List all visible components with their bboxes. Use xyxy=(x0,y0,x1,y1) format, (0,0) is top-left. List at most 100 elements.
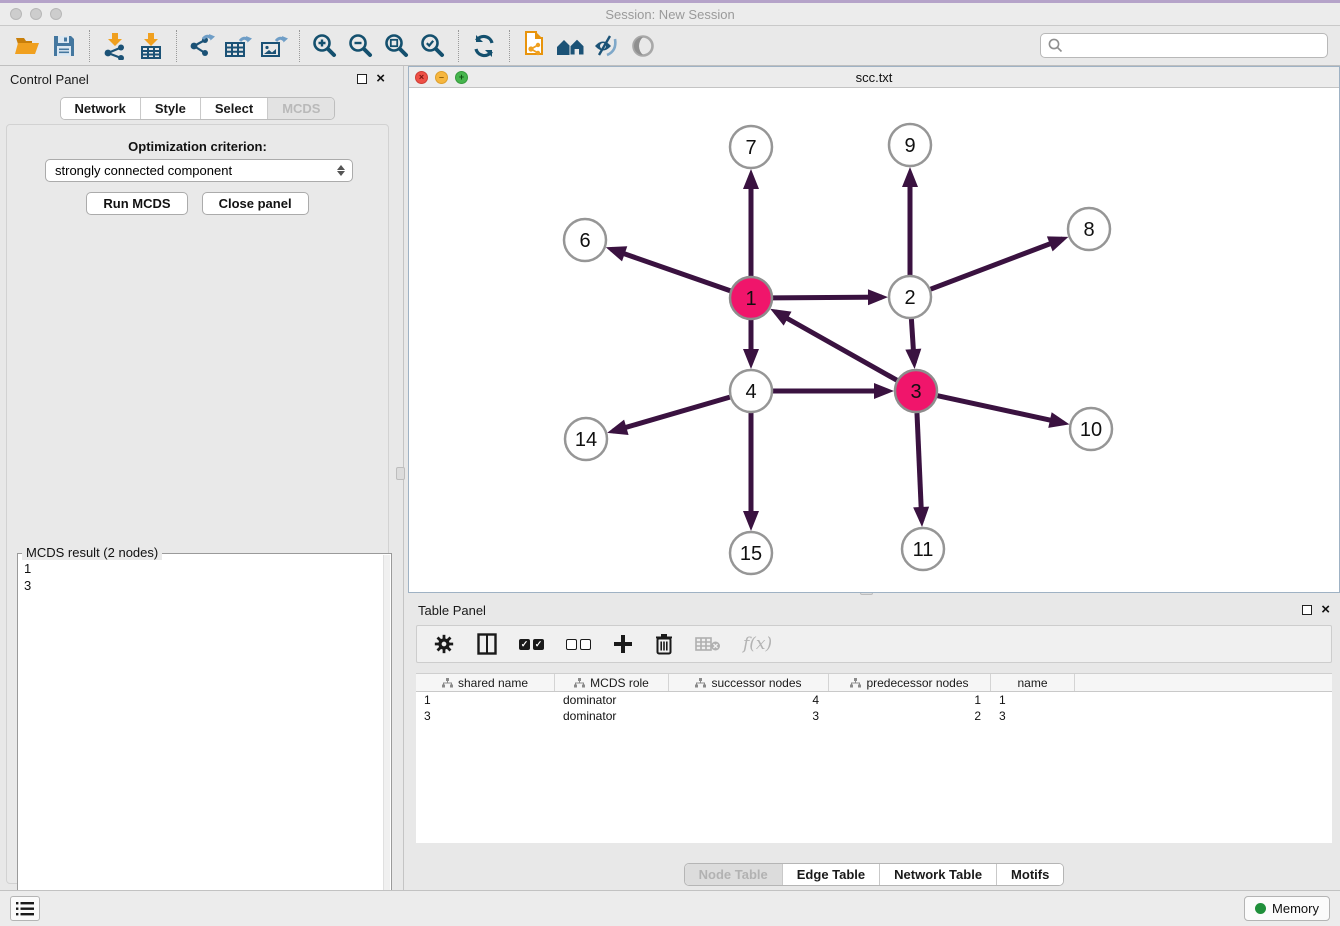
control-panel-header: Control Panel × xyxy=(0,66,395,92)
run-mcds-button[interactable]: Run MCDS xyxy=(86,192,187,215)
search-input[interactable] xyxy=(1064,36,1327,56)
tab-select[interactable]: Select xyxy=(200,98,267,119)
cell-shared-name: 3 xyxy=(416,709,555,723)
column-header-mcds-role[interactable]: MCDS role xyxy=(555,674,669,691)
zoom-out-button[interactable] xyxy=(343,29,379,63)
edge-3-1[interactable] xyxy=(775,312,896,380)
graph-node-8[interactable]: 8 xyxy=(1068,208,1110,250)
node-label: 9 xyxy=(904,135,915,157)
zoom-selected-button[interactable] xyxy=(415,29,451,63)
import-network-icon xyxy=(102,32,128,60)
close-panel-icon[interactable]: × xyxy=(1321,605,1330,615)
float-panel-icon[interactable] xyxy=(1302,605,1312,615)
export-image-button[interactable] xyxy=(256,29,292,63)
table-settings-button[interactable] xyxy=(433,633,455,655)
memory-button[interactable]: Memory xyxy=(1244,896,1330,921)
graph-node-10[interactable]: 10 xyxy=(1070,408,1112,450)
window-title: Session: New Session xyxy=(0,7,1340,22)
criterion-dropdown[interactable]: strongly connected component xyxy=(45,159,353,182)
select-all-columns-button[interactable]: ✓ ✓ xyxy=(519,639,544,650)
edge-2-8[interactable] xyxy=(931,239,1063,289)
show-all-networks-button[interactable] xyxy=(553,29,589,63)
close-panel-icon[interactable]: × xyxy=(376,74,385,84)
import-network-button[interactable] xyxy=(97,29,133,63)
column-type-icon xyxy=(442,678,453,688)
mcds-result-text[interactable]: 1 3 xyxy=(21,560,381,926)
edge-2-3[interactable] xyxy=(911,319,914,363)
column-header-predecessor-nodes[interactable]: predecessor nodes xyxy=(829,674,991,691)
table-row[interactable]: 3 dominator 3 2 3 xyxy=(416,708,1332,724)
zoom-selected-icon xyxy=(420,33,446,59)
graph-node-3[interactable]: 3 xyxy=(895,370,937,412)
network-view-window: × – + scc.txt 7968124314101511 xyxy=(408,66,1340,593)
graph-node-15[interactable]: 15 xyxy=(730,532,772,574)
column-header-shared-name[interactable]: shared name xyxy=(416,674,555,691)
tab-motifs[interactable]: Motifs xyxy=(996,864,1063,885)
task-history-button[interactable] xyxy=(10,896,40,921)
column-type-icon xyxy=(574,678,585,688)
function-builder-button[interactable]: f(x) xyxy=(743,634,772,654)
close-panel-button[interactable]: Close panel xyxy=(202,192,309,215)
result-scrollbar[interactable] xyxy=(383,555,390,926)
zoom-fit-button[interactable] xyxy=(379,29,415,63)
edge-1-2[interactable] xyxy=(773,297,882,298)
tab-edge-table[interactable]: Edge Table xyxy=(782,864,879,885)
tab-node-table[interactable]: Node Table xyxy=(685,864,782,885)
graph-node-11[interactable]: 11 xyxy=(902,528,944,570)
tab-network-table[interactable]: Network Table xyxy=(879,864,996,885)
import-table-button[interactable] xyxy=(133,29,169,63)
apply-layout-button[interactable] xyxy=(466,29,502,63)
open-folder-icon xyxy=(14,34,42,58)
node-label: 15 xyxy=(740,543,762,565)
table-toolbar: ✓ ✓ xyxy=(416,625,1332,663)
edge-4-14[interactable] xyxy=(613,397,730,431)
open-session-button[interactable] xyxy=(10,29,46,63)
mcds-result-box: MCDS result (2 nodes) 1 3 xyxy=(17,553,392,926)
checked-box-icon: ✓ xyxy=(519,639,530,650)
graph-node-9[interactable]: 9 xyxy=(889,124,931,166)
column-type-icon xyxy=(850,678,861,688)
graph-node-7[interactable]: 7 xyxy=(730,126,772,168)
export-table-button[interactable] xyxy=(220,29,256,63)
import-table-icon xyxy=(139,32,163,60)
graph-node-2[interactable]: 2 xyxy=(889,276,931,318)
save-session-button[interactable] xyxy=(46,29,82,63)
export-table-icon xyxy=(224,33,252,59)
edge-3-11[interactable] xyxy=(917,413,922,521)
graph-node-4[interactable]: 4 xyxy=(730,370,772,412)
duplicate-network-icon xyxy=(522,31,548,61)
unchecked-box-icon xyxy=(566,639,577,650)
table-row[interactable]: 1 dominator 4 1 1 xyxy=(416,692,1332,708)
toolbar-separator xyxy=(299,30,300,62)
tab-style[interactable]: Style xyxy=(140,98,200,119)
zoom-in-button[interactable] xyxy=(307,29,343,63)
export-network-button[interactable] xyxy=(184,29,220,63)
bird-eye-view-button[interactable] xyxy=(625,29,661,63)
delete-table-button[interactable] xyxy=(695,636,721,652)
graph-node-6[interactable]: 6 xyxy=(564,219,606,261)
column-header-name[interactable]: name xyxy=(991,674,1075,691)
delete-column-button[interactable] xyxy=(655,633,673,655)
edge-1-6[interactable] xyxy=(611,249,730,291)
show-columns-button[interactable] xyxy=(477,633,497,655)
network-canvas[interactable]: 7 9 6 8 1 2 4 3 14 10 15 11 xyxy=(409,88,1339,592)
float-panel-icon[interactable] xyxy=(357,74,367,84)
cell-mcds-role: dominator xyxy=(555,709,669,723)
memory-label: Memory xyxy=(1272,901,1319,916)
column-header-successor-nodes[interactable]: successor nodes xyxy=(669,674,829,691)
mcds-result-title: MCDS result (2 nodes) xyxy=(22,545,162,560)
tab-mcds[interactable]: MCDS xyxy=(267,98,334,119)
node-label: 14 xyxy=(575,429,597,451)
graph-node-14[interactable]: 14 xyxy=(565,418,607,460)
cell-successor-nodes: 4 xyxy=(669,693,829,707)
vertical-splitter-handle[interactable] xyxy=(396,467,405,480)
duplicate-network-button[interactable] xyxy=(517,29,553,63)
unselect-all-columns-button[interactable] xyxy=(566,639,591,650)
node-label: 1 xyxy=(745,288,756,310)
create-column-button[interactable] xyxy=(613,634,633,654)
edge-3-10[interactable] xyxy=(937,396,1063,423)
hide-panels-button[interactable] xyxy=(589,29,625,63)
graph-node-1[interactable]: 1 xyxy=(730,277,772,319)
network-graph[interactable]: 7 9 6 8 1 2 4 3 14 10 15 11 xyxy=(409,88,1339,592)
tab-network[interactable]: Network xyxy=(61,98,140,119)
